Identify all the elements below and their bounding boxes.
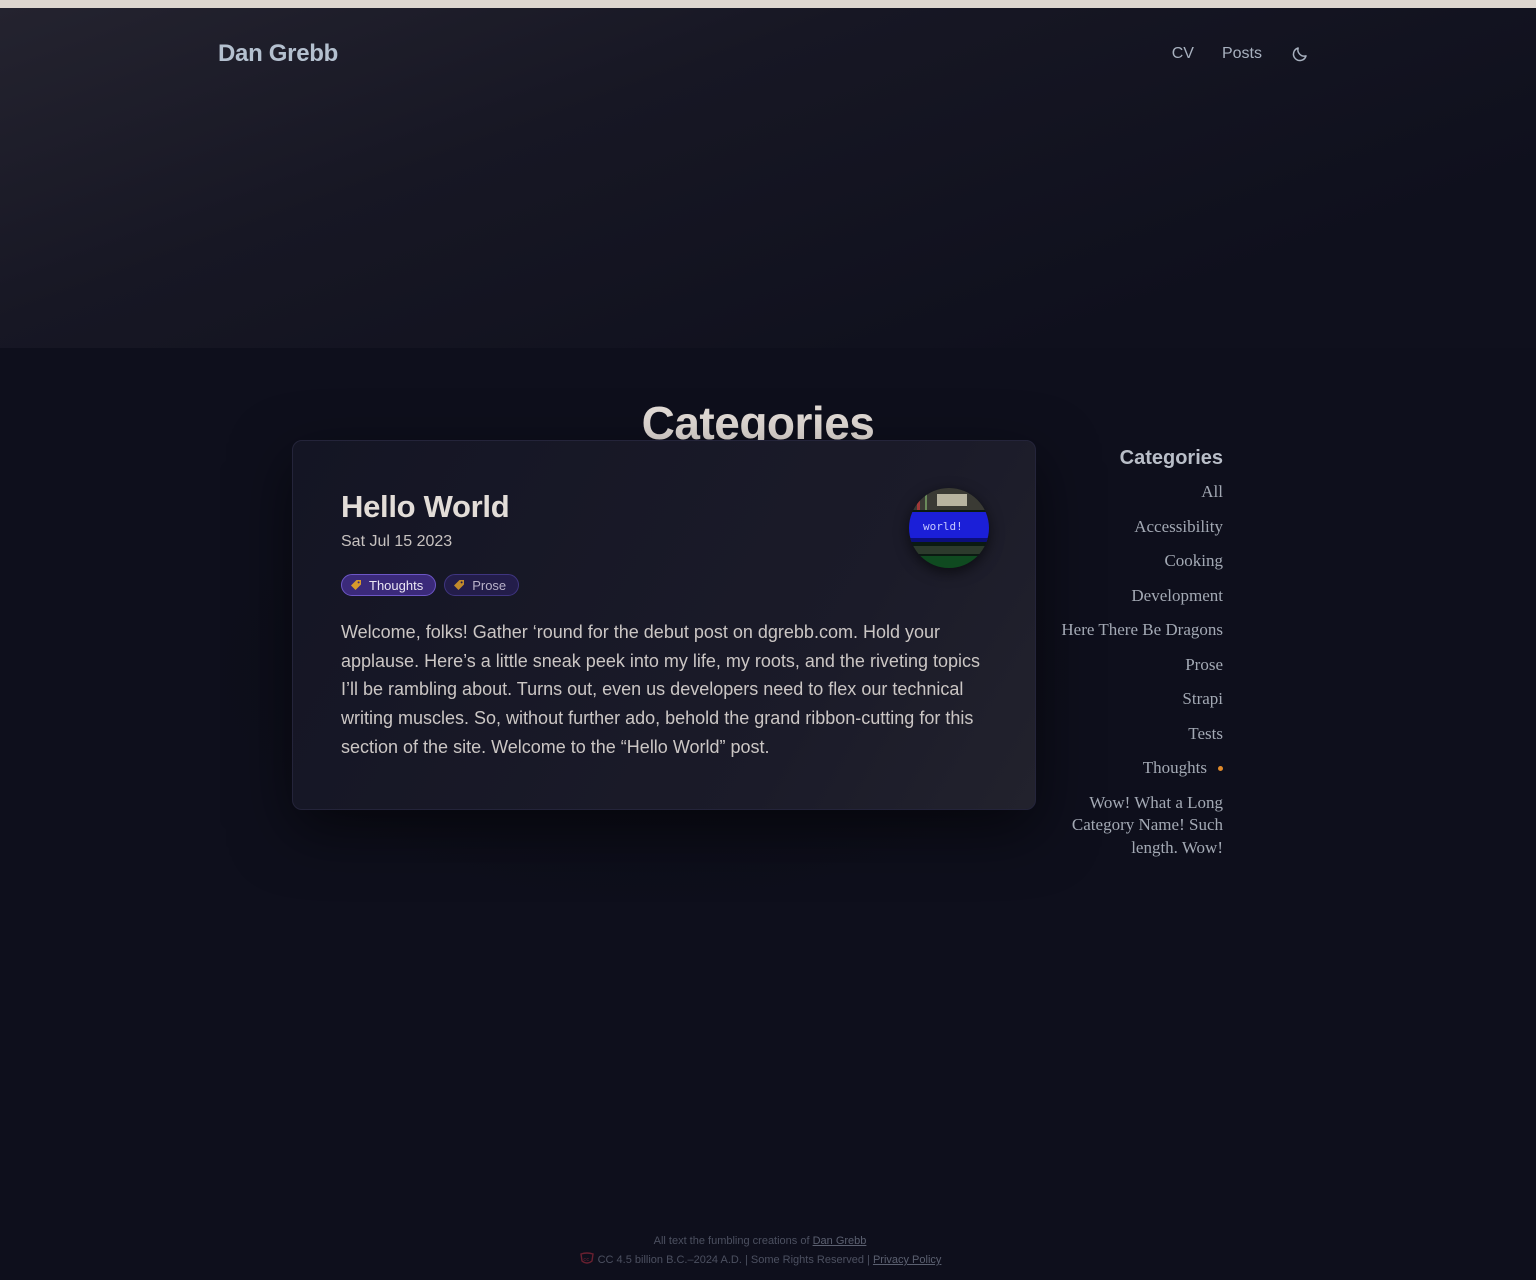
- category-list: All Accessibility Cooking Development He…: [1050, 481, 1223, 859]
- footer-license-line: cc CC 4.5 billion B.C.–2024 A.D. | Some …: [0, 1251, 1520, 1270]
- nav-link-posts[interactable]: Posts: [1222, 45, 1262, 63]
- site-header: Dan Grebb CV Posts: [0, 8, 1536, 100]
- thumbnail-image: world!: [909, 488, 989, 568]
- moon-icon: [1292, 47, 1307, 62]
- main-nav: CV Posts: [1172, 44, 1310, 64]
- category-item-strapi[interactable]: Strapi: [1050, 688, 1223, 711]
- sidebar-heading: Categories: [1119, 447, 1223, 469]
- thumbnail-text: world!: [923, 520, 963, 533]
- svg-text:cc: cc: [583, 1257, 589, 1263]
- post-date: Sat Jul 15 2023: [341, 533, 453, 550]
- tag-thoughts[interactable]: Thoughts: [341, 574, 437, 596]
- category-item-accessibility[interactable]: Accessibility: [1050, 516, 1223, 539]
- top-strip: [0, 0, 1536, 8]
- nav-link-cv[interactable]: CV: [1172, 45, 1194, 63]
- footer-license-text: CC 4.5 billion B.C.–2024 A.D. | Some Rig…: [597, 1254, 873, 1266]
- tag-label: Thoughts: [369, 577, 424, 593]
- category-item-cooking[interactable]: Cooking: [1050, 550, 1223, 573]
- theme-toggle-button[interactable]: [1290, 44, 1310, 64]
- post-card[interactable]: Hello World Sat Jul 15 2023 Thoughts Pro…: [292, 440, 1036, 810]
- categories-sidebar: Categories All Accessibility Cooking Dev…: [1050, 445, 1223, 871]
- creative-commons-icon: cc: [579, 1252, 595, 1266]
- post-excerpt: Welcome, folks! Gather ‘round for the de…: [341, 622, 980, 757]
- category-item-here-there-be-dragons[interactable]: Here There Be Dragons: [1050, 619, 1223, 642]
- category-item-development[interactable]: Development: [1050, 585, 1223, 608]
- post-title[interactable]: Hello World: [341, 485, 987, 529]
- category-item-prose[interactable]: Prose: [1050, 654, 1223, 677]
- footer-credit-line: All text the fumbling creations of Dan G…: [0, 1232, 1520, 1251]
- site-title-link[interactable]: Dan Grebb: [218, 40, 338, 68]
- tag-icon: [453, 579, 465, 591]
- post-thumbnail[interactable]: world!: [909, 488, 989, 568]
- category-item-tests[interactable]: Tests: [1050, 723, 1223, 746]
- privacy-policy-link[interactable]: Privacy Policy: [873, 1254, 941, 1266]
- tag-icon: [350, 579, 362, 591]
- site-footer: All text the fumbling creations of Dan G…: [0, 1232, 1520, 1270]
- footer-credit-text: All text the fumbling creations of: [653, 1235, 813, 1247]
- category-item-long-name[interactable]: Wow! What a Long Category Name! Such len…: [1050, 792, 1223, 860]
- tag-prose[interactable]: Prose: [444, 574, 520, 596]
- tag-label: Prose: [472, 577, 507, 593]
- current-category-indicator: [1218, 766, 1223, 771]
- category-item-thoughts[interactable]: Thoughts: [1050, 757, 1223, 780]
- post-tags: Thoughts Prose: [341, 574, 987, 596]
- category-item-all[interactable]: All: [1050, 481, 1223, 504]
- footer-author-link[interactable]: Dan Grebb: [813, 1235, 867, 1247]
